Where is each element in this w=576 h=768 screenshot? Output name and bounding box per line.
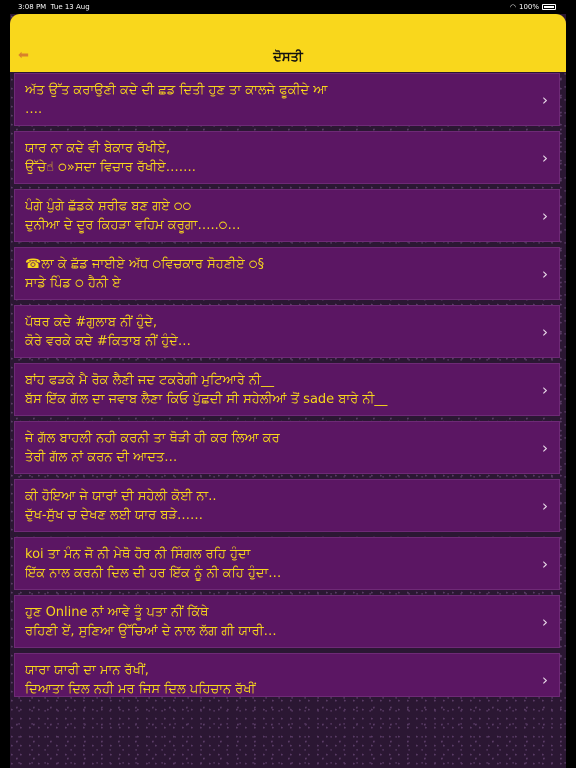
list-item[interactable]: ਪੱਥਰ ਕਦੇ #ਗੁਲਾਬ ਨੀਂ ਹੁੰਦੇ, ਕੋਰੇ ਵਰਕੇ ਕਦੇ… bbox=[14, 305, 560, 358]
list-item-text: ਅੱਤ ਉੱਤ ਕਰਾਉਣੀ ਕਦੇ ਦੀ ਛਡ ਦਿਤੀ ਹੁਣ ਤਾ ਕਾਲ… bbox=[25, 83, 328, 117]
status-bar: 3:08 PM Tue 13 Aug ◠ 100% bbox=[0, 0, 576, 14]
chevron-right-icon: › bbox=[542, 381, 548, 399]
chevron-right-icon: › bbox=[542, 439, 548, 457]
list-item[interactable]: ਕੀ ਹੋਇਆ ਜੇ ਯਾਰਾਂ ਦੀ ਸਹੇਲੀ ਕੋਈ ਨਾ.. ਦੁੱਖ-… bbox=[14, 479, 560, 532]
list-item-text: ਪੱਥਰ ਕਦੇ #ਗੁਲਾਬ ਨੀਂ ਹੁੰਦੇ, ਕੋਰੇ ਵਰਕੇ ਕਦੇ… bbox=[25, 315, 191, 349]
status-time: 3:08 PM bbox=[18, 3, 47, 11]
list-item-text: ਜੇ ਗੱਲ ਬਾਹਲੀ ਨਹੀ ਕਰਨੀ ਤਾ ਥੋੜੀ ਹੀ ਕਰ ਲਿਆ … bbox=[25, 431, 280, 465]
list-item[interactable]: ਬਾਂਹ ਫੜਕੇ ਮੈ ਰੋਕ ਲੈਣੀ ਜਦ ਟਕਰੇਗੀ ਮੁਟਿਆਰੇ … bbox=[14, 363, 560, 416]
list-item[interactable]: ਪੰਗੇ ਪੁੰਗੇ ਛੱਡਕੇ ਸ਼ਰੀਫ ਬਣ ਗਏ ੦੦ ਦੁਨੀਆ ਦੇ… bbox=[14, 189, 560, 242]
chevron-right-icon: › bbox=[542, 613, 548, 631]
list-item-text: koi ਤਾ ਮੰਨ ਜੋ ਨੀ ਮੇਥੋ ਹੋਰ ਨੀ ਸਿੰਗਲ ਰਹਿ ਹ… bbox=[25, 547, 282, 581]
list-item[interactable]: ਯਾਰਾ ਯਾਰੀ ਦਾ ਮਾਨ ਰੱਖੀਂ, ਦਿਆਤਾ ਦਿਲ ਨਹੀ ਮਰ… bbox=[14, 653, 560, 697]
list-item-text: ਹੁਣ Online ਨਾਂ ਆਵੇ ਤੂੰ ਪਤਾ ਨੀਂ ਕਿੱਥੇ ਰਹਿ… bbox=[25, 605, 277, 639]
status-right: ◠ 100% bbox=[510, 3, 556, 11]
status-time-date: 3:08 PM Tue 13 Aug bbox=[18, 3, 90, 11]
list-item[interactable]: ਅੱਤ ਉੱਤ ਕਰਾਉਣੀ ਕਦੇ ਦੀ ਛਡ ਦਿਤੀ ਹੁਣ ਤਾ ਕਾਲ… bbox=[14, 73, 560, 126]
battery-icon bbox=[542, 4, 556, 10]
chevron-right-icon: › bbox=[542, 497, 548, 515]
list-item[interactable]: ਜੇ ਗੱਲ ਬਾਹਲੀ ਨਹੀ ਕਰਨੀ ਤਾ ਥੋੜੀ ਹੀ ਕਰ ਲਿਆ … bbox=[14, 421, 560, 474]
status-date: Tue 13 Aug bbox=[50, 3, 90, 11]
list-item-text: ਯਾਰਾ ਯਾਰੀ ਦਾ ਮਾਨ ਰੱਖੀਂ, ਦਿਆਤਾ ਦਿਲ ਨਹੀ ਮਰ… bbox=[25, 663, 256, 697]
quotes-list[interactable]: ਅੱਤ ਉੱਤ ਕਰਾਉਣੀ ਕਦੇ ਦੀ ਛਡ ਦਿਤੀ ਹੁਣ ਤਾ ਕਾਲ… bbox=[14, 73, 560, 697]
app-window: ⬅ ਦੋਸਤੀ ਅੱਤ ਉੱਤ ਕਰਾਉਣੀ ਕਦੇ ਦੀ ਛਡ ਦਿਤੀ ਹੁ… bbox=[10, 14, 566, 768]
chevron-right-icon: › bbox=[542, 671, 548, 689]
wifi-icon: ◠ bbox=[509, 3, 516, 11]
list-item-text: ☎ਲਾ ਕੇ ਛੱਡ ਜਾਈਏ ਅੱਧ ੦ਵਿਚਕਾਰ ਸੋਹਣੀਏ ੦§ ਸਾ… bbox=[25, 257, 265, 291]
page-title: ਦੋਸਤੀ bbox=[273, 50, 303, 65]
list-item[interactable]: ਯਾਰ ਨਾ ਕਦੇ ਵੀ ਬੇਕਾਰ ਰੱਖੀਏ, ਉੱਚੇ☝ ੦»ਸਦਾ ਵ… bbox=[14, 131, 560, 184]
list-item[interactable]: ਹੁਣ Online ਨਾਂ ਆਵੇ ਤੂੰ ਪਤਾ ਨੀਂ ਕਿੱਥੇ ਰਹਿ… bbox=[14, 595, 560, 648]
list-item-text: ਕੀ ਹੋਇਆ ਜੇ ਯਾਰਾਂ ਦੀ ਸਹੇਲੀ ਕੋਈ ਨਾ.. ਦੁੱਖ-… bbox=[25, 489, 217, 523]
chevron-right-icon: › bbox=[542, 91, 548, 109]
list-item-text: ਬਾਂਹ ਫੜਕੇ ਮੈ ਰੋਕ ਲੈਣੀ ਜਦ ਟਕਰੇਗੀ ਮੁਟਿਆਰੇ … bbox=[25, 373, 388, 407]
chevron-right-icon: › bbox=[542, 149, 548, 167]
chevron-right-icon: › bbox=[542, 207, 548, 225]
list-item[interactable]: ☎ਲਾ ਕੇ ਛੱਡ ਜਾਈਏ ਅੱਧ ੦ਵਿਚਕਾਰ ਸੋਹਣੀਏ ੦§ ਸਾ… bbox=[14, 247, 560, 300]
chevron-right-icon: › bbox=[542, 265, 548, 283]
navigation-bar: ⬅ ਦੋਸਤੀ bbox=[10, 14, 566, 72]
chevron-right-icon: › bbox=[542, 555, 548, 573]
list-item-text: ਯਾਰ ਨਾ ਕਦੇ ਵੀ ਬੇਕਾਰ ਰੱਖੀਏ, ਉੱਚੇ☝ ੦»ਸਦਾ ਵ… bbox=[25, 141, 196, 175]
list-item[interactable]: koi ਤਾ ਮੰਨ ਜੋ ਨੀ ਮੇਥੋ ਹੋਰ ਨੀ ਸਿੰਗਲ ਰਹਿ ਹ… bbox=[14, 537, 560, 590]
chevron-right-icon: › bbox=[542, 323, 548, 341]
list-item-text: ਪੰਗੇ ਪੁੰਗੇ ਛੱਡਕੇ ਸ਼ਰੀਫ ਬਣ ਗਏ ੦੦ ਦੁਨੀਆ ਦੇ… bbox=[25, 199, 241, 233]
battery-percent: 100% bbox=[518, 3, 539, 11]
